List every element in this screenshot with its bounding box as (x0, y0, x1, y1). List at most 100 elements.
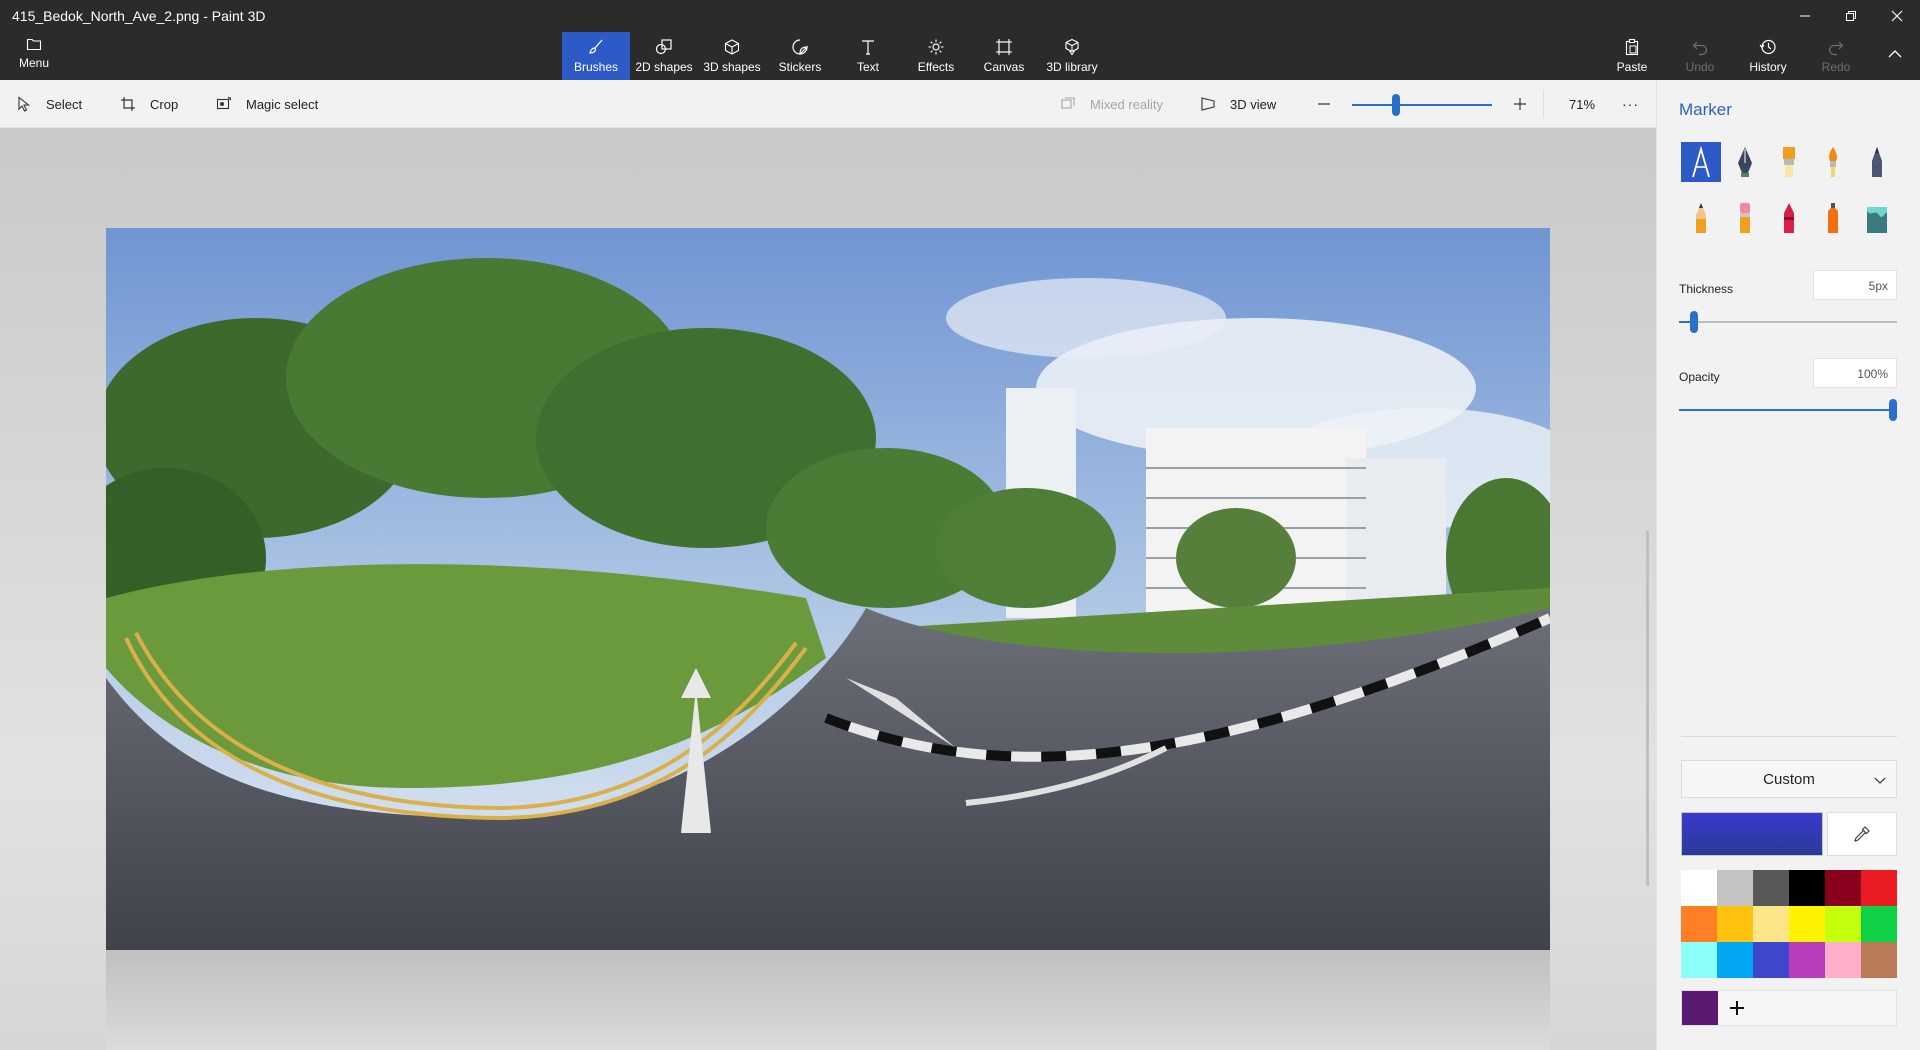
brush-pixel-pen[interactable] (1857, 142, 1897, 182)
color-swatch[interactable] (1717, 942, 1753, 978)
brush-watercolor[interactable] (1813, 142, 1853, 182)
effects-icon (928, 39, 944, 55)
undo-label: Undo (1685, 60, 1715, 74)
thickness-slider[interactable] (1679, 310, 1897, 334)
tab-label: 2D shapes (635, 60, 693, 74)
paste-button[interactable]: Paste (1598, 32, 1666, 80)
current-color-swatch[interactable] (1681, 812, 1823, 856)
tab-3d-library[interactable]: 3D library (1038, 32, 1106, 80)
tab-canvas[interactable]: Canvas (970, 32, 1038, 80)
color-swatch[interactable] (1825, 870, 1861, 906)
canvas-image[interactable] (106, 228, 1550, 950)
tab-label: 3D shapes (703, 60, 761, 74)
color-mode-dropdown[interactable]: Custom (1681, 760, 1897, 798)
mixed-reality-label: Mixed reality (1090, 96, 1163, 112)
mixed-reality-icon (1061, 97, 1075, 109)
color-swatch[interactable] (1753, 942, 1789, 978)
color-swatch[interactable] (1861, 870, 1897, 906)
color-swatch[interactable] (1789, 906, 1825, 942)
color-swatch[interactable] (1861, 942, 1897, 978)
tab-effects[interactable]: Effects (902, 32, 970, 80)
color-swatch[interactable] (1681, 870, 1717, 906)
close-icon (1891, 10, 1903, 22)
brush-fill[interactable] (1857, 198, 1897, 238)
tab-label: Effects (917, 60, 955, 74)
zoom-slider[interactable] (1352, 80, 1492, 128)
undo-button[interactable]: Undo (1666, 32, 1734, 80)
street-panorama-image (106, 228, 1550, 950)
tab-2d-shapes[interactable]: 2D shapes (630, 32, 698, 80)
restore-button[interactable] (1828, 0, 1874, 32)
opacity-input[interactable]: 100% (1813, 358, 1897, 388)
tab-label: Text (856, 60, 879, 74)
tab-brushes[interactable]: Brushes (562, 32, 630, 80)
brush-panel: Marker Thickness 5px Opacity 100% Custom (1656, 80, 1920, 1050)
redo-button[interactable]: Redo (1802, 32, 1870, 80)
eyedropper-button[interactable] (1827, 812, 1897, 856)
slider-thumb[interactable] (1889, 399, 1897, 421)
zoom-slider-thumb[interactable] (1391, 94, 1400, 116)
zoom-out-button[interactable] (1316, 80, 1346, 128)
color-swatch[interactable] (1717, 870, 1753, 906)
menu-label: Menu (18, 56, 50, 70)
crayon-icon (1784, 203, 1794, 233)
slider-thumb[interactable] (1689, 311, 1698, 333)
color-swatch[interactable] (1789, 942, 1825, 978)
brush-spray-can[interactable] (1813, 198, 1853, 238)
mixed-reality-button[interactable]: Mixed reality (1060, 80, 1163, 128)
vertical-scrollbar[interactable] (1646, 531, 1649, 886)
color-swatch[interactable] (1753, 906, 1789, 942)
2d-shapes-icon (655, 39, 672, 55)
tab-3d-shapes[interactable]: 3D shapes (698, 32, 766, 80)
brush-marker[interactable] (1681, 142, 1721, 182)
collapse-ribbon-button[interactable] (1870, 32, 1920, 80)
canvas-icon (996, 39, 1012, 55)
select-button[interactable]: Select (16, 80, 82, 128)
chevron-up-icon (1888, 50, 1902, 58)
brush-crayon[interactable] (1769, 198, 1809, 238)
brush-pencil[interactable] (1681, 198, 1721, 238)
color-swatch[interactable] (1681, 906, 1717, 942)
secondary-toolbar: Select Crop Magic select Mixed reality 3… (0, 80, 1660, 128)
color-mode-label: Custom (1763, 770, 1815, 788)
zoom-percent[interactable]: 71% (1569, 80, 1595, 128)
magic-select-button[interactable]: Magic select (216, 80, 318, 128)
color-swatch[interactable] (1825, 942, 1861, 978)
3d-view-label: 3D view (1230, 96, 1277, 112)
fill-bucket-icon (1867, 207, 1887, 233)
tab-text[interactable]: Text (834, 32, 902, 80)
color-swatch[interactable] (1753, 870, 1789, 906)
panel-title: Marker (1679, 100, 1732, 119)
color-swatch[interactable] (1789, 870, 1825, 906)
add-color-button[interactable] (1724, 995, 1750, 1021)
opacity-slider[interactable] (1679, 398, 1897, 422)
marker-icon (1692, 145, 1710, 178)
thickness-input[interactable]: 5px (1813, 270, 1897, 300)
zoom-in-button[interactable] (1512, 80, 1542, 128)
spray-can-icon (1828, 203, 1838, 233)
menu-button[interactable]: Menu (10, 36, 58, 76)
minimize-button[interactable] (1782, 0, 1828, 32)
paste-label: Paste (1616, 60, 1648, 74)
crop-button[interactable]: Crop (120, 80, 178, 128)
thickness-label: Thickness (1679, 282, 1734, 296)
watercolor-icon (1829, 147, 1837, 177)
color-swatch[interactable] (1717, 906, 1753, 942)
brush-eraser[interactable] (1725, 198, 1765, 238)
3d-view-button[interactable]: 3D view (1200, 80, 1276, 128)
brush-calligraphy-pen[interactable] (1725, 142, 1765, 182)
custom-color-swatch[interactable] (1682, 991, 1718, 1025)
history-button[interactable]: History (1734, 32, 1802, 80)
oil-brush-icon (1783, 147, 1795, 177)
redo-label: Redo (1821, 60, 1851, 74)
slider-fill (1679, 409, 1893, 411)
brush-oil[interactable] (1769, 142, 1809, 182)
calligraphy-pen-icon (1738, 147, 1752, 177)
color-swatch[interactable] (1681, 942, 1717, 978)
close-button[interactable] (1874, 0, 1920, 32)
color-swatch[interactable] (1861, 906, 1897, 942)
crop-label: Crop (150, 96, 179, 112)
color-swatch[interactable] (1825, 906, 1861, 942)
tab-stickers[interactable]: Stickers (766, 32, 834, 80)
more-options-button[interactable]: ··· (1622, 80, 1639, 128)
